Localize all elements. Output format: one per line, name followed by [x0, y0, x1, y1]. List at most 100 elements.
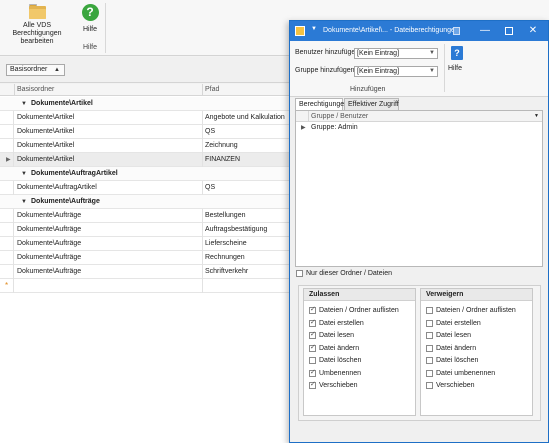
chevron-down-icon: ▼ — [429, 68, 435, 74]
dialog-ribbon: Benutzer hinzufügen [Kein Eintrag] ▼ Gru… — [290, 41, 548, 97]
only-this-folder-checkbox[interactable] — [296, 270, 303, 277]
cell-pfad: Zeichnung — [205, 142, 238, 149]
ribbon-separator — [105, 3, 106, 53]
deny-panel: Verweigern Dateien / Ordner auflisten Dat… — [420, 288, 533, 416]
deny-permission-item[interactable]: Datei löschen — [426, 357, 478, 364]
cell-basisordner: Dokumente\Aufträge — [17, 212, 82, 219]
group-label: Dokumente\Artikel — [31, 100, 93, 107]
allow-permission-item[interactable]: Datei löschen — [309, 357, 361, 364]
tree-header-label[interactable]: Gruppe / Benutzer — [311, 113, 368, 120]
deny-permission-label: Datei lesen — [436, 332, 472, 339]
cell-pfad: QS — [205, 128, 216, 135]
cell-basisordner: Dokumente\AuftragArtikel — [17, 184, 97, 191]
deny-permission-label: Datei erstellen — [436, 319, 481, 327]
allow-permission-item[interactable]: Datei ändern — [309, 343, 360, 352]
column-header-basisordner[interactable]: Basisordner — [17, 86, 54, 93]
minimize-icon[interactable]: — — [478, 24, 492, 38]
deny-permission-item[interactable]: Datei ändern — [426, 344, 476, 352]
tree-item[interactable]: ▶ Gruppe: Admin — [296, 123, 542, 134]
expand-icon[interactable]: ▶ — [301, 124, 306, 131]
add-group-label: Gruppe hinzufügen — [295, 67, 355, 74]
cell-basisordner: Dokumente\Artikel — [17, 156, 75, 163]
quick-access-dropdown-icon[interactable]: ▼ — [311, 26, 317, 32]
dialog-titlebar[interactable]: ▼ Dokumente\Artikel\... - Dateiberechtig… — [290, 21, 548, 41]
allow-permission-label: Datei ändern — [319, 344, 360, 352]
collapse-icon[interactable]: ▼ — [21, 171, 27, 177]
chevron-down-icon: ▼ — [429, 50, 435, 56]
deny-permission-item[interactable]: Datei erstellen — [426, 319, 481, 327]
deny-checkbox[interactable] — [426, 369, 433, 377]
group-by-chip-label: Basisordner — [10, 66, 48, 73]
cell-pfad: Bestellungen — [205, 212, 246, 219]
sort-asc-icon: ▲ — [54, 67, 60, 73]
allow-checkbox[interactable] — [309, 330, 316, 339]
deny-checkbox[interactable] — [426, 319, 433, 327]
cell-pfad: FINANZEN — [205, 156, 240, 163]
cell-pfad: Lieferscheine — [205, 240, 247, 247]
new-row-icon: * — [5, 281, 9, 290]
edit-all-vds-permissions-button[interactable]: Alle VDS Berechtigungen bearbeiten — [2, 4, 72, 46]
collapse-icon[interactable]: ▼ — [21, 199, 27, 205]
deny-checkbox[interactable] — [426, 332, 433, 339]
only-this-folder-label: Nur dieser Ordner / Dateien — [306, 270, 392, 277]
folder-icon — [28, 4, 46, 19]
allow-permission-item[interactable]: Datei lesen — [309, 330, 354, 339]
chevron-down-icon[interactable]: ▼ — [534, 113, 539, 119]
cell-pfad: Auftragsbestätigung — [205, 226, 268, 233]
add-group-combo[interactable]: [Kein Eintrag] ▼ — [354, 66, 438, 77]
column-header-pfad[interactable]: Pfad — [205, 86, 219, 93]
cell-basisordner: Dokumente\Artikel — [17, 114, 75, 121]
deny-permission-item[interactable]: Datei umbenennen — [426, 369, 495, 377]
edit-all-vds-permissions-label: Alle VDS Berechtigungen bearbeiten — [12, 22, 62, 45]
deny-permission-label: Datei löschen — [436, 357, 479, 364]
cell-basisordner: Dokumente\Aufträge — [17, 268, 82, 275]
cell-basisordner: Dokumente\Aufträge — [17, 226, 82, 233]
cell-basisordner: Dokumente\Artikel — [17, 128, 75, 135]
allow-permission-item[interactable]: Dateien / Ordner auflisten — [309, 305, 399, 314]
deny-checkbox[interactable] — [426, 357, 433, 364]
allow-permission-item[interactable]: Datei erstellen — [309, 318, 364, 327]
cell-pfad: Schriftverkehr — [205, 268, 249, 275]
allow-permission-item[interactable]: Verschieben — [309, 380, 358, 389]
deny-checkbox[interactable] — [426, 382, 433, 389]
allow-permission-label: Datei löschen — [319, 357, 362, 364]
help-icon[interactable]: ? — [451, 46, 463, 60]
collapse-icon[interactable]: ▼ — [21, 101, 27, 107]
deny-checkbox[interactable] — [426, 344, 433, 352]
pin-icon[interactable] — [453, 27, 460, 35]
allow-permission-label: Dateien / Ordner auflisten — [319, 307, 399, 314]
help-button[interactable]: ? Hilfe — [78, 4, 102, 34]
cell-basisordner: Dokumente\Aufträge — [17, 240, 82, 247]
ribbon-separator — [444, 44, 445, 92]
deny-panel-title: Verweigern — [421, 289, 532, 301]
allow-permission-item[interactable]: Umbenennen — [309, 368, 362, 377]
dialog-help-label[interactable]: Hilfe — [448, 65, 462, 72]
group-by-chip-basisordner[interactable]: Basisordner ▲ — [6, 64, 65, 76]
allow-checkbox[interactable] — [309, 305, 316, 314]
add-group-value: [Kein Eintrag] — [357, 68, 400, 75]
allow-permission-label: Umbenennen — [319, 369, 362, 377]
add-user-combo[interactable]: [Kein Eintrag] ▼ — [354, 48, 438, 59]
deny-permission-item[interactable]: Dateien / Ordner auflisten — [426, 307, 516, 314]
deny-permission-item[interactable]: Verschieben — [426, 382, 475, 389]
only-this-folder-option[interactable]: Nur dieser Ordner / Dateien — [296, 270, 392, 277]
allow-checkbox[interactable] — [309, 318, 316, 327]
cell-basisordner: Dokumente\Aufträge — [17, 254, 82, 261]
close-icon[interactable]: ✕ — [526, 24, 540, 38]
help-icon: ? — [81, 4, 99, 21]
dialog-title: Dokumente\Artikel\... - Dateiberechtigun… — [323, 27, 459, 34]
deny-permission-item[interactable]: Datei lesen — [426, 332, 471, 339]
tab-effektiver-zugriff[interactable]: Effektiver Zugriff — [344, 98, 399, 110]
cell-pfad: Rechnungen — [205, 254, 245, 261]
allow-checkbox[interactable] — [309, 380, 316, 389]
allow-checkbox[interactable] — [309, 343, 316, 352]
allow-checkbox[interactable] — [309, 357, 316, 364]
add-group-section-label: Hinzufügen — [350, 86, 386, 93]
help-group-label: Hilfe — [82, 44, 97, 51]
deny-checkbox[interactable] — [426, 307, 433, 314]
add-user-value: [Kein Eintrag] — [357, 50, 400, 57]
allow-permission-label: Datei erstellen — [319, 319, 364, 327]
allow-panel: Zulassen Dateien / Ordner auflisten Datei… — [303, 288, 416, 416]
maximize-icon[interactable] — [502, 24, 516, 38]
allow-checkbox[interactable] — [309, 368, 316, 377]
